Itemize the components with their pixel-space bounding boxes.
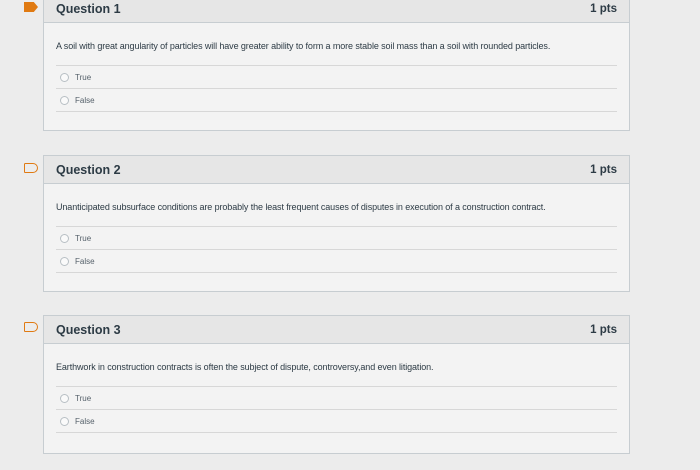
- question-points: 1 pts: [590, 163, 617, 176]
- answer-option-false[interactable]: False: [56, 249, 617, 273]
- answer-option-true[interactable]: True: [56, 226, 617, 249]
- radio-icon[interactable]: [60, 95, 69, 105]
- answer-option-true[interactable]: True: [56, 386, 617, 409]
- answer-label: True: [75, 72, 92, 82]
- question-title: Question 2: [56, 162, 121, 177]
- question-3: Question 3 1 pts Earthwork in constructi…: [43, 315, 630, 454]
- radio-icon[interactable]: [60, 233, 69, 243]
- question-points: 1 pts: [590, 323, 617, 336]
- question-header: Question 1 1 pts: [44, 0, 629, 23]
- question-title: Question 3: [56, 322, 121, 337]
- question-header: Question 3 1 pts: [44, 316, 629, 344]
- answer-label: False: [75, 416, 95, 426]
- radio-icon[interactable]: [60, 256, 69, 266]
- answer-label: True: [75, 393, 92, 403]
- question-title: Question 1: [56, 1, 121, 16]
- answer-option-true[interactable]: True: [56, 65, 617, 88]
- question-points: 1 pts: [590, 2, 617, 15]
- answer-label: True: [75, 233, 92, 243]
- flag-filled-icon[interactable]: [24, 2, 38, 12]
- question-1: Question 1 1 pts A soil with great angul…: [43, 0, 630, 131]
- answer-label: False: [75, 256, 95, 266]
- radio-icon[interactable]: [60, 72, 69, 82]
- question-header: Question 2 1 pts: [44, 156, 629, 184]
- flag-outline-icon[interactable]: [24, 163, 38, 173]
- question-2: Question 2 1 pts Unanticipated subsurfac…: [43, 155, 630, 292]
- question-text: Unanticipated subsurface conditions are …: [56, 202, 546, 212]
- question-text: A soil with great angularity of particle…: [56, 41, 551, 51]
- answer-label: False: [75, 95, 95, 105]
- radio-icon[interactable]: [60, 393, 69, 403]
- flag-outline-icon[interactable]: [24, 322, 38, 332]
- radio-icon[interactable]: [60, 416, 69, 426]
- question-text: Earthwork in construction contracts is o…: [56, 362, 434, 372]
- answer-option-false[interactable]: False: [56, 409, 617, 433]
- answer-option-false[interactable]: False: [56, 88, 617, 112]
